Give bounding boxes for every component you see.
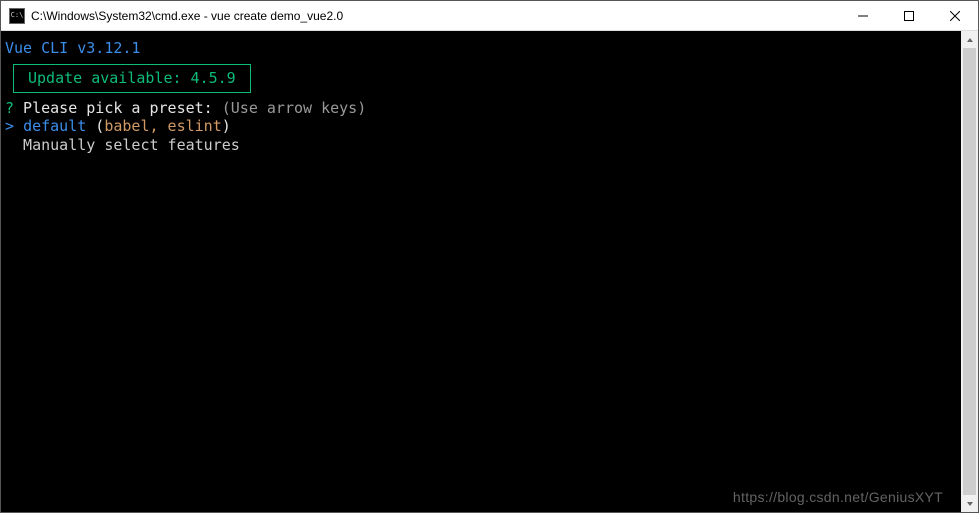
preset-prompt-line: ? Please pick a preset: (Use arrow keys)	[5, 99, 957, 118]
option-detail: babel, eslint	[104, 117, 221, 135]
preset-option-default[interactable]: > default (babel, eslint)	[5, 117, 957, 136]
paren-close: )	[222, 117, 231, 135]
paren-open: (	[86, 117, 104, 135]
option-label: Manually select features	[23, 136, 240, 154]
terminal[interactable]: Vue CLI v3.12.1 Update available: 4.5.9 …	[1, 31, 961, 512]
prompt-hint: (Use arrow keys)	[222, 99, 367, 117]
watermark: https://blog.csdn.net/GeniusXYT	[733, 489, 943, 507]
update-available-box: Update available: 4.5.9	[13, 64, 251, 93]
minimize-button[interactable]	[840, 1, 886, 30]
scroll-down-icon[interactable]	[961, 495, 978, 512]
option-label: default	[23, 117, 86, 135]
prompt-text: Please pick a preset:	[14, 99, 222, 117]
cmd-icon-text: C:\	[11, 12, 24, 19]
scroll-track[interactable]	[961, 48, 978, 495]
window-controls	[840, 1, 978, 30]
maximize-button[interactable]	[886, 1, 932, 30]
preset-option-manual[interactable]: Manually select features	[5, 136, 957, 155]
vertical-scrollbar[interactable]	[961, 31, 978, 512]
cli-version-header: Vue CLI v3.12.1	[5, 39, 957, 58]
close-button[interactable]	[932, 1, 978, 30]
titlebar[interactable]: C:\ C:\Windows\System32\cmd.exe - vue cr…	[1, 1, 978, 31]
question-mark: ?	[5, 99, 14, 117]
terminal-wrap: Vue CLI v3.12.1 Update available: 4.5.9 …	[1, 31, 978, 512]
scroll-up-icon[interactable]	[961, 31, 978, 48]
cmd-icon: C:\	[9, 8, 25, 24]
cmd-window: C:\ C:\Windows\System32\cmd.exe - vue cr…	[0, 0, 979, 513]
window-title: C:\Windows\System32\cmd.exe - vue create…	[31, 9, 840, 23]
scroll-thumb[interactable]	[963, 48, 976, 495]
chevron-right-icon: >	[5, 117, 14, 135]
